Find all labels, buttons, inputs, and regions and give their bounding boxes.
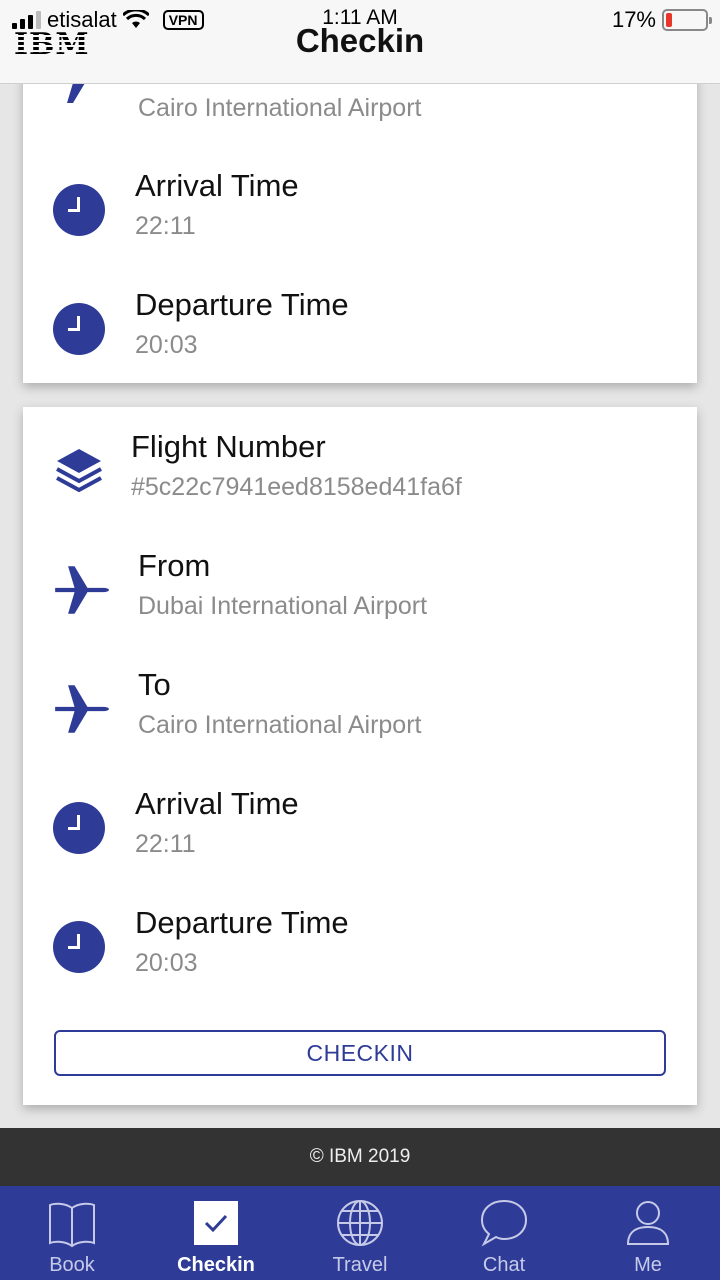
departure-value: 20:03	[135, 949, 198, 977]
departure-row: Departure Time 20:03	[53, 905, 677, 995]
book-icon	[49, 1202, 95, 1248]
to-label: To	[138, 667, 171, 702]
tab-book[interactable]: Book	[0, 1186, 144, 1280]
chat-bubble-icon	[480, 1199, 528, 1247]
clock-icon	[53, 303, 105, 355]
flight-number-value: #5c22c7941eed8158ed41fa6f	[131, 473, 462, 501]
arrival-value: 22:11	[135, 830, 196, 858]
arrival-value: 22:11	[135, 212, 196, 240]
tab-chat-label: Chat	[482, 1254, 526, 1276]
arrival-label: Arrival Time	[135, 168, 299, 203]
clock-icon	[53, 802, 105, 854]
top-bar: etisalat VPN 1:11 AM 17% IBM Checkin	[0, 0, 720, 84]
page-title: Checkin	[295, 22, 425, 59]
clock-icon	[53, 921, 105, 973]
from-row: From Dubai International Airport	[53, 548, 677, 638]
departure-value: 20:03	[135, 331, 198, 359]
copyright-footer: © IBM 2019	[0, 1128, 720, 1186]
clock-icon	[53, 184, 105, 236]
arrival-row: Arrival Time 22:11	[53, 786, 677, 876]
checkin-button[interactable]: CHECKIN	[54, 1030, 666, 1076]
flight-number-row: Flight Number #5c22c7941eed8158ed41fa6f	[53, 429, 677, 519]
user-icon	[626, 1201, 670, 1245]
departure-label: Departure Time	[135, 287, 349, 322]
arrival-row: Arrival Time 22:11	[53, 168, 677, 258]
arrival-label: Arrival Time	[135, 786, 299, 821]
globe-icon	[337, 1200, 383, 1246]
flight-card: Cairo International Airport Arrival Time…	[23, 40, 697, 383]
checkbox-icon	[194, 1201, 238, 1245]
tab-travel-label: Travel	[332, 1254, 388, 1276]
tab-book-label: Book	[49, 1254, 95, 1276]
to-row: To Cairo International Airport	[53, 667, 677, 757]
tab-bar: Book Checkin Travel Chat Me	[0, 1186, 720, 1280]
tab-checkin[interactable]: Checkin	[144, 1186, 288, 1280]
tab-me-label: Me	[634, 1254, 662, 1276]
airplane-icon	[55, 685, 109, 733]
flight-number-label: Flight Number	[131, 429, 326, 464]
departure-row: Departure Time 20:03	[53, 287, 677, 377]
tab-me[interactable]: Me	[576, 1186, 720, 1280]
departure-label: Departure Time	[135, 905, 349, 940]
from-label: From	[138, 548, 211, 583]
from-value: Dubai International Airport	[138, 592, 428, 620]
flight-card: Flight Number #5c22c7941eed8158ed41fa6f …	[23, 407, 697, 1105]
to-value: Cairo International Airport	[138, 711, 422, 739]
airplane-icon	[55, 566, 109, 614]
tab-checkin-label: Checkin	[177, 1254, 255, 1276]
tab-chat[interactable]: Chat	[432, 1186, 576, 1280]
tab-travel[interactable]: Travel	[288, 1186, 432, 1280]
layers-icon	[56, 449, 102, 493]
to-row-partial: Cairo International Airport	[53, 59, 677, 165]
to-value: Cairo International Airport	[138, 94, 422, 122]
